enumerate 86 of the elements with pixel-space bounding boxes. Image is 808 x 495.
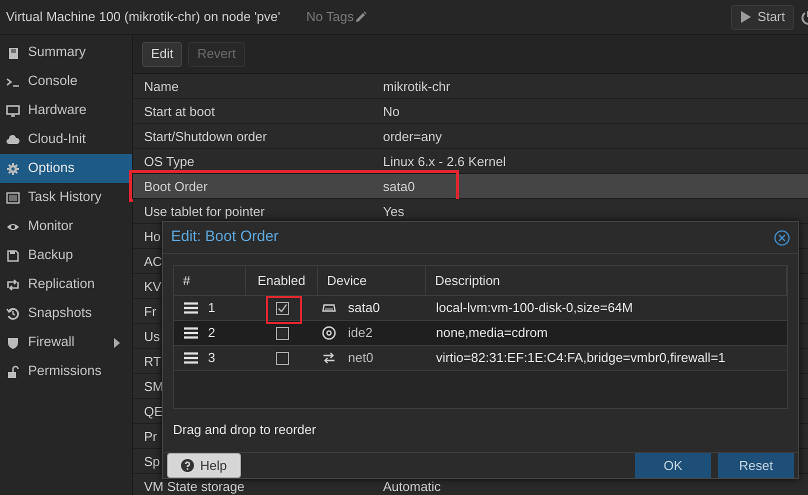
column-header[interactable]: Device (318, 266, 426, 296)
device-name: net0 (348, 349, 374, 368)
column-header[interactable]: # (174, 266, 246, 296)
device-description: local-lvm:vm-100-disk-0,size=64M (436, 299, 633, 318)
option-name: Us (144, 330, 160, 342)
option-value: mikrotik-chr (383, 80, 450, 92)
option-name: Sp (144, 454, 160, 468)
arrows-icon (6, 278, 20, 292)
option-name: Name (144, 80, 179, 92)
cloud-icon (6, 132, 20, 146)
shield-icon (6, 336, 20, 350)
option-row[interactable]: OS Type Linux 6.x - 2.6 Kernel (133, 149, 808, 174)
option-name: RT (144, 354, 162, 368)
checkbox[interactable] (276, 352, 288, 365)
option-name: AC (144, 254, 162, 268)
sidebar-item[interactable]: Firewall (0, 328, 132, 357)
option-value: Yes (383, 204, 404, 218)
sidebar-item[interactable]: Options (0, 154, 132, 183)
column-header[interactable]: Description (426, 266, 787, 296)
option-name: Start/Shutdown order (144, 130, 267, 142)
option-row[interactable]: Start at boot No (133, 99, 808, 124)
option-name: Start at boot (144, 104, 215, 118)
option-name: KV (144, 280, 162, 292)
drag-handle-icon[interactable] (184, 352, 198, 364)
sidebar-item[interactable]: Cloud-Init (0, 125, 132, 154)
checkbox[interactable] (276, 326, 288, 340)
option-name: VM State storage (144, 480, 244, 492)
boot-device-row[interactable]: 2 ide2 none,media=cdrom (174, 321, 787, 346)
dialog-button[interactable]: Reset (718, 453, 794, 478)
settings-icon (6, 162, 20, 176)
option-name: QE (144, 404, 163, 418)
sidebar-item[interactable]: Task History (0, 183, 132, 212)
option-name: Ho (144, 230, 161, 242)
option-row[interactable]: Name mikrotik-chr (133, 74, 808, 99)
sidebar-item[interactable]: Monitor (0, 212, 132, 241)
option-name: OS Type (144, 154, 194, 168)
help-icon (181, 459, 194, 472)
option-value: sata0 (383, 180, 415, 192)
boot-device-row[interactable]: 3 net0 virtio=82:31:EF:1E:C4:FA,bridge=vmbr0,firewall=1 (174, 346, 787, 372)
sidebar-item[interactable]: Console (0, 67, 132, 96)
pencil-icon[interactable] (354, 11, 367, 23)
row-number: 1 (208, 299, 216, 318)
boot-device-row[interactable]: 1 sata0 local-lvm:vm-100-disk-0,size=64M (174, 296, 787, 322)
option-name: Pr (144, 430, 157, 442)
unlock-icon (6, 364, 20, 378)
exchange-arrows-icon (322, 351, 336, 366)
book-icon (6, 46, 20, 60)
disc-icon (322, 326, 336, 340)
start-button[interactable]: Start (730, 4, 794, 30)
sidebar-item[interactable]: Permissions (0, 357, 132, 386)
column-header[interactable]: Enabled (246, 266, 318, 296)
option-value: Automatic (383, 480, 441, 492)
sidebar-item[interactable]: Hardware (0, 96, 132, 125)
checkbox[interactable] (276, 302, 288, 315)
option-name: Use tablet for pointer (144, 204, 265, 218)
row-number: 2 (208, 324, 216, 342)
tags-label: No Tags (306, 8, 354, 26)
device-description: virtio=82:31:EF:1E:C4:FA,bridge=vmbr0,firewall=1 (436, 349, 726, 368)
device-description: none,media=cdrom (436, 324, 548, 342)
drag-handle-icon[interactable] (184, 302, 198, 314)
option-row[interactable]: Start/Shutdown order order=any (133, 124, 808, 149)
expand-arrow-icon (114, 338, 120, 348)
sidebar-item[interactable]: Replication (0, 270, 132, 299)
option-value: order=any (383, 130, 442, 142)
window-title: Virtual Machine 100 (mikrotik-chr) on node 'pve' (6, 8, 280, 26)
drag-handle-icon[interactable] (184, 327, 198, 340)
toolbar-button[interactable]: Edit (142, 42, 182, 66)
option-name: Fr (144, 304, 156, 318)
close-icon[interactable] (774, 230, 790, 246)
list-icon (6, 190, 20, 204)
sidebar-item[interactable]: Summary (0, 38, 132, 67)
history-icon (6, 306, 20, 320)
option-name: Boot Order (144, 180, 208, 192)
hint-text: Drag and drop to reorder (173, 420, 316, 439)
sidebar-item[interactable]: Backup (0, 241, 132, 270)
option-value: No (383, 104, 400, 118)
option-value: Linux 6.x - 2.6 Kernel (383, 154, 506, 168)
help-button[interactable]: Help (167, 453, 241, 478)
device-name: ide2 (348, 324, 373, 342)
dialog-title: Edit: Boot Order (171, 227, 279, 248)
dialog-button[interactable]: OK (635, 453, 711, 478)
play-icon (740, 10, 752, 24)
device-name: sata0 (348, 299, 380, 318)
monitor-icon (6, 104, 20, 118)
row-number: 3 (208, 349, 216, 368)
sidebar-item[interactable]: Snapshots (0, 299, 132, 328)
